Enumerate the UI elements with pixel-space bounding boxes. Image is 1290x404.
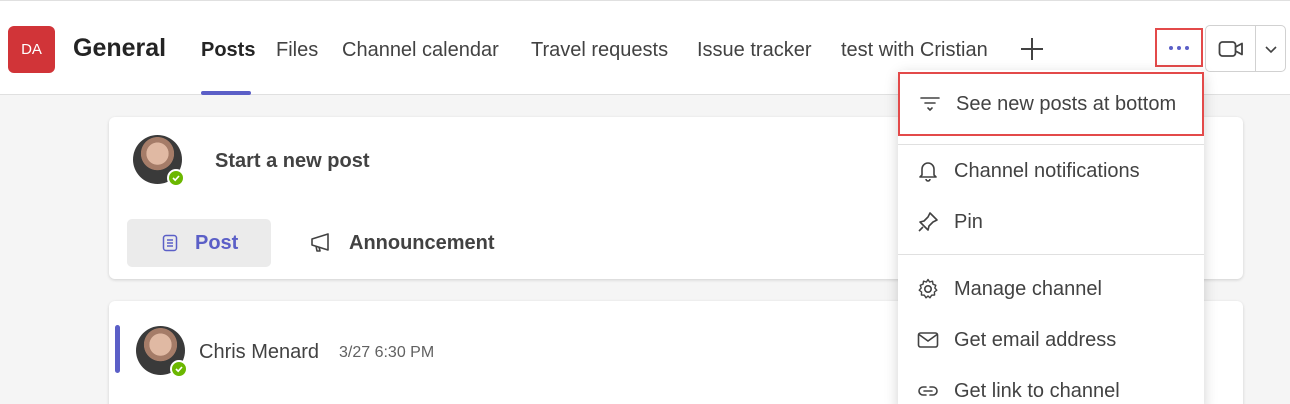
channel-title: General — [73, 34, 167, 62]
meet-options-button[interactable] — [1256, 26, 1285, 71]
team-avatar[interactable]: DA — [8, 26, 55, 73]
menu-item-label: Manage channel — [954, 277, 1102, 300]
menu-item-label: Get email address — [954, 328, 1117, 351]
menu-item-get-email-address[interactable]: Get email address — [898, 318, 1204, 362]
video-camera-icon — [1218, 40, 1243, 57]
tab-posts[interactable]: Posts — [201, 39, 255, 62]
menu-item-get-link-to-channel[interactable]: Get link to channel — [898, 369, 1204, 404]
sort-bottom-icon — [918, 92, 942, 116]
chevron-down-icon — [1264, 45, 1277, 53]
tab-test-with-cristian[interactable]: test with Cristian — [841, 39, 988, 62]
add-tab-button[interactable] — [1018, 35, 1046, 63]
team-initials: DA — [21, 41, 42, 58]
channel-options-menu: See new posts at bottom Channel notifica… — [898, 70, 1204, 404]
start-new-post-input[interactable]: Start a new post — [215, 150, 369, 173]
link-icon — [916, 379, 940, 403]
megaphone-icon — [311, 233, 329, 252]
more-options-button[interactable] — [1155, 28, 1203, 67]
menu-divider — [898, 254, 1204, 255]
menu-item-pin[interactable]: Pin — [898, 200, 1204, 244]
message-accent-bar — [115, 325, 120, 373]
post-button[interactable]: Post — [127, 219, 271, 267]
document-icon — [162, 234, 178, 252]
plus-icon — [1021, 38, 1043, 60]
announcement-button-label: Announcement — [349, 231, 495, 254]
menu-item-label: Pin — [954, 210, 983, 233]
mail-icon — [916, 328, 940, 352]
presence-available-icon — [167, 169, 185, 187]
meet-button-group — [1205, 25, 1286, 72]
menu-item-label: See new posts at bottom — [956, 92, 1177, 115]
menu-item-label: Channel notifications — [954, 159, 1140, 182]
tab-channel-calendar[interactable]: Channel calendar — [342, 39, 499, 62]
ellipsis-icon — [1169, 45, 1189, 50]
menu-divider — [898, 144, 1204, 145]
active-tab-indicator — [201, 91, 251, 95]
avatar[interactable] — [136, 326, 188, 378]
tab-files[interactable]: Files — [276, 39, 318, 62]
avatar[interactable] — [133, 135, 185, 187]
message-timestamp: 3/27 6:30 PM — [339, 344, 435, 361]
post-button-label: Post — [195, 231, 239, 254]
menu-item-see-new-posts-at-bottom[interactable]: See new posts at bottom — [898, 72, 1204, 136]
announcement-button[interactable]: Announcement — [309, 219, 495, 267]
bell-icon — [916, 159, 940, 183]
message-author[interactable]: Chris Menard — [199, 341, 319, 364]
menu-item-manage-channel[interactable]: Manage channel — [898, 267, 1204, 311]
meet-now-button[interactable] — [1206, 26, 1256, 71]
presence-available-icon — [170, 360, 188, 378]
gear-icon — [916, 277, 940, 301]
tab-issue-tracker[interactable]: Issue tracker — [697, 39, 811, 62]
tab-travel-requests[interactable]: Travel requests — [531, 39, 668, 62]
menu-item-channel-notifications[interactable]: Channel notifications — [898, 149, 1204, 193]
menu-item-label: Get link to channel — [954, 379, 1120, 402]
pin-icon — [916, 210, 940, 234]
